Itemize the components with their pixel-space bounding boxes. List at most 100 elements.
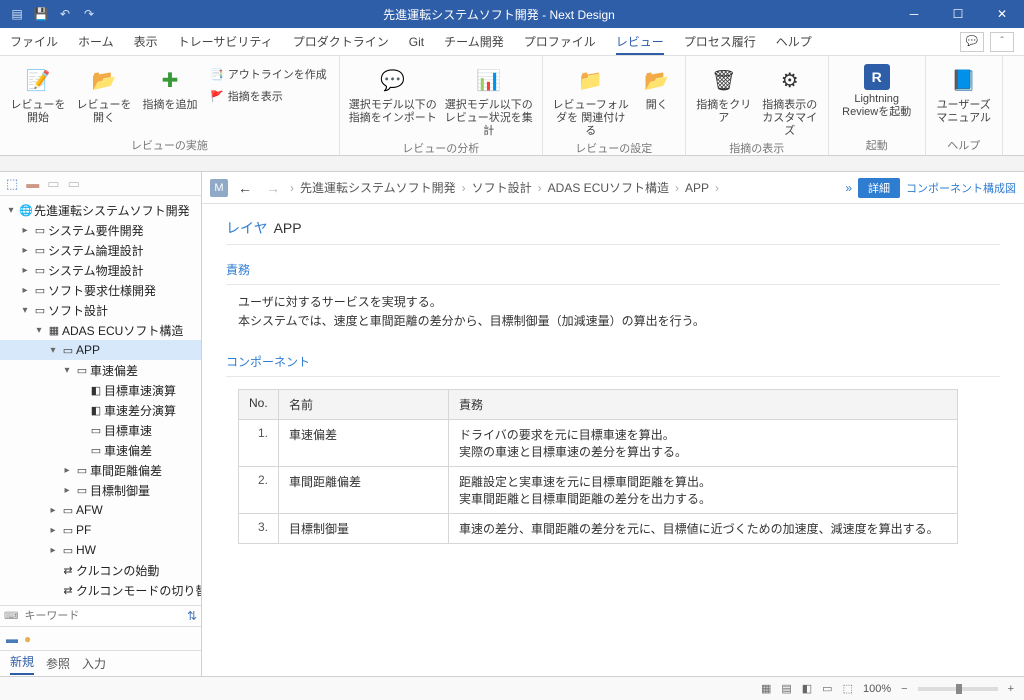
menu-process[interactable]: プロセス履行: [684, 29, 756, 54]
menu-profile[interactable]: プロファイル: [524, 29, 596, 54]
component-diagram-link[interactable]: コンポーネント構成図: [906, 180, 1016, 196]
crumb-0[interactable]: 先進運転システムソフト開発: [300, 179, 456, 196]
create-outline-button[interactable]: 📑アウトラインを作成: [206, 64, 331, 84]
tree-node[interactable]: ▾▭APP: [0, 340, 201, 360]
expand-icon[interactable]: ▾: [4, 205, 18, 216]
redo-icon[interactable]: ↷: [78, 3, 100, 25]
tree-node[interactable]: ▸▭システム論理設計: [0, 240, 201, 260]
tree-node[interactable]: ▾▭車速偏差: [0, 360, 201, 380]
menu-productline[interactable]: プロダクトライン: [293, 29, 389, 54]
collapse-ribbon-icon[interactable]: ˆ: [990, 32, 1014, 52]
tree-node[interactable]: ⇄クルコンの始動: [0, 560, 201, 580]
maximize-button[interactable]: ☐: [936, 0, 980, 28]
crumb-2[interactable]: ADAS ECUソフト構造: [548, 179, 669, 196]
menu-file[interactable]: ファイル: [10, 29, 58, 54]
tree-node[interactable]: ▭目標車速: [0, 420, 201, 440]
clear-issues-button[interactable]: 🗑指摘をクリア: [694, 60, 754, 125]
tree-node[interactable]: ▸▭ソフト要求仕様開発: [0, 280, 201, 300]
menu-team[interactable]: チーム開発: [444, 29, 504, 54]
tree-node[interactable]: ▾▭ソフト設計: [0, 300, 201, 320]
open-review-button[interactable]: 📂レビューを開く: [74, 60, 134, 125]
table-row[interactable]: 2.車間距離偏差距離設定と実車速を元に目標車間距離を算出。実車間距離と目標車間距…: [239, 467, 958, 514]
tree-node[interactable]: ▸▭目標制御量: [0, 480, 201, 500]
crumb-3[interactable]: APP: [685, 181, 709, 195]
tab-input[interactable]: 入力: [82, 655, 106, 672]
tree-node[interactable]: ▸▭システム要件開発: [0, 220, 201, 240]
expand-icon[interactable]: ▸: [18, 285, 32, 296]
aggregate-review-button[interactable]: 📊選択モデル以下の レビュー状況を集計: [444, 60, 534, 139]
zoom-slider[interactable]: [918, 687, 998, 691]
menu-view[interactable]: 表示: [134, 29, 158, 54]
zoom-in-icon[interactable]: +: [1008, 683, 1014, 695]
start-review-button[interactable]: 📝レビューを開始: [8, 60, 68, 125]
expand-icon[interactable]: ▸: [46, 505, 60, 516]
expand-icon[interactable]: ▾: [60, 365, 74, 376]
zoom-out-icon[interactable]: −: [901, 683, 907, 695]
tree-node[interactable]: ▸▭AFW: [0, 500, 201, 520]
expand-icon[interactable]: ▾: [46, 345, 60, 356]
tree-node[interactable]: ▾🌐先進運転システムソフト開発: [0, 200, 201, 220]
menu-traceability[interactable]: トレーサビリティ: [178, 29, 273, 54]
nav-fwd-icon[interactable]: →: [262, 180, 284, 196]
menu-review[interactable]: レビュー: [616, 29, 664, 55]
search-input[interactable]: [22, 608, 183, 624]
tree-node[interactable]: ▸▭システム物理設計: [0, 260, 201, 280]
save-icon[interactable]: 💾: [30, 3, 52, 25]
tree-node[interactable]: ⇄クルコンモードの切り替え: [0, 580, 201, 600]
tool-icon-4[interactable]: ▭: [68, 176, 80, 192]
expand-icon[interactable]: ▾: [18, 305, 32, 316]
nav-back-icon[interactable]: ←: [234, 180, 256, 196]
crumb-1[interactable]: ソフト設計: [472, 179, 532, 196]
view-icon-5[interactable]: ⬚: [843, 682, 853, 695]
expand-icon[interactable]: ▸: [18, 245, 32, 256]
band-icon-2[interactable]: ●: [24, 632, 31, 646]
view-icon-2[interactable]: ▤: [781, 682, 791, 695]
undo-icon[interactable]: ↶: [54, 3, 76, 25]
expand-icon[interactable]: ▾: [32, 325, 46, 336]
tree-node[interactable]: ▾▦ADAS ECUソフト構造: [0, 320, 201, 340]
minimize-button[interactable]: ─: [892, 0, 936, 28]
app-icon[interactable]: ▤: [6, 3, 28, 25]
menu-home[interactable]: ホーム: [78, 29, 114, 54]
view-icon-3[interactable]: ◧: [802, 682, 812, 695]
view-icon-4[interactable]: ▭: [822, 682, 832, 695]
layer-label: レイヤ: [226, 220, 268, 236]
tree-node[interactable]: ▸▭PF: [0, 520, 201, 540]
tree-node[interactable]: ▸▭HW: [0, 540, 201, 560]
filter-icon[interactable]: ⇅: [187, 609, 197, 623]
expand-icon[interactable]: ▸: [18, 265, 32, 276]
more-icon[interactable]: »: [845, 181, 852, 195]
expand-icon[interactable]: ▸: [46, 545, 60, 556]
band-icon-1[interactable]: ▬: [6, 632, 18, 646]
table-row[interactable]: 3.目標制御量車速の差分、車間距離の差分を元に、目標値に近づくための加速度、減速…: [239, 514, 958, 544]
close-button[interactable]: ✕: [980, 0, 1024, 28]
detail-button[interactable]: 詳細: [858, 178, 900, 198]
tree-expand-icon[interactable]: ⬚: [6, 176, 18, 192]
tree-node[interactable]: ◧車速差分演算: [0, 400, 201, 420]
open-folder-button[interactable]: 📂開く: [637, 60, 677, 112]
show-issues-button[interactable]: 🚩指摘を表示: [206, 86, 331, 106]
table-row[interactable]: 1.車速偏差ドライバの要求を元に目標車速を算出。実際の車速と目標車速の差分を算出…: [239, 420, 958, 467]
launch-lr-button[interactable]: RLightning Reviewを起動: [837, 60, 917, 119]
tab-new[interactable]: 新規: [10, 653, 34, 675]
menu-help[interactable]: ヘルプ: [776, 29, 812, 54]
link-folder-button[interactable]: 📁レビューフォルダを 関連付ける: [551, 60, 631, 139]
customize-issues-button[interactable]: ⚙指摘表示の カスタマイズ: [760, 60, 820, 139]
expand-icon[interactable]: ▸: [60, 485, 74, 496]
tree-node[interactable]: ◧目標車速演算: [0, 380, 201, 400]
expand-icon[interactable]: ▸: [18, 225, 32, 236]
tool-icon-3[interactable]: ▭: [47, 176, 59, 192]
manual-button[interactable]: 📘ユーザーズ マニュアル: [934, 60, 994, 125]
expand-icon[interactable]: ▸: [46, 525, 60, 536]
menu-git[interactable]: Git: [409, 31, 424, 53]
import-issues-button[interactable]: 💬選択モデル以下の 指摘をインポート: [348, 60, 438, 125]
model-tree[interactable]: ▾🌐先進運転システムソフト開発▸▭システム要件開発▸▭システム論理設計▸▭システ…: [0, 196, 201, 605]
tab-reference[interactable]: 参照: [46, 655, 70, 672]
tree-node[interactable]: ▸▭車間距離偏差: [0, 460, 201, 480]
add-issue-button[interactable]: ✚指摘を追加: [140, 60, 200, 112]
tree-node[interactable]: ▭車速偏差: [0, 440, 201, 460]
chat-icon[interactable]: 💬: [960, 32, 984, 52]
tool-icon-2[interactable]: ▬: [26, 176, 39, 191]
expand-icon[interactable]: ▸: [60, 465, 74, 476]
view-icon-1[interactable]: ▦: [761, 682, 771, 695]
